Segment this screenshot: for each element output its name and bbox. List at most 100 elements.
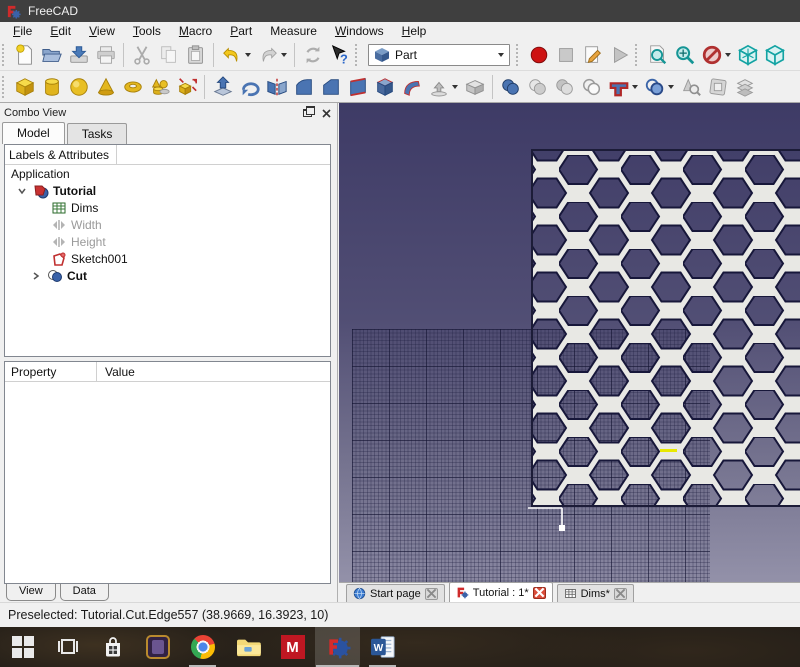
- cross-sections-button[interactable]: [731, 73, 758, 100]
- refresh-button[interactable]: [299, 42, 326, 69]
- expander-closed[interactable]: [29, 269, 43, 283]
- start-button[interactable]: [0, 627, 45, 667]
- offset-dropdown-arrow[interactable]: [452, 85, 458, 89]
- macro-play-button[interactable]: [606, 42, 633, 69]
- sweep-button[interactable]: [398, 73, 425, 100]
- part-sphere-button[interactable]: [65, 73, 92, 100]
- toolbar-drag-handle[interactable]: [635, 44, 642, 66]
- chamfer-button[interactable]: [317, 73, 344, 100]
- tab-start-page[interactable]: Start page: [346, 584, 445, 602]
- menu-measure[interactable]: Measure: [261, 22, 326, 40]
- honeycomb-plate[interactable]: [531, 149, 800, 507]
- undo-dropdown-arrow[interactable]: [245, 53, 251, 57]
- section-button[interactable]: [578, 73, 605, 100]
- paste-button[interactable]: [182, 42, 209, 69]
- float-panel-button[interactable]: [300, 106, 315, 120]
- tab-data[interactable]: Data: [60, 584, 109, 601]
- tab-tasks[interactable]: Tasks: [67, 123, 128, 144]
- preselected-edge-highlight[interactable]: [660, 449, 677, 452]
- menu-windows[interactable]: Windows: [326, 22, 393, 40]
- zoom-button[interactable]: [671, 42, 698, 69]
- expander-open[interactable]: [15, 184, 29, 198]
- check-geometry-button[interactable]: [677, 73, 704, 100]
- macro-stop-button[interactable]: [552, 42, 579, 69]
- print-button[interactable]: [92, 42, 119, 69]
- tab-model[interactable]: Model: [2, 122, 65, 144]
- tree-item-tutorial[interactable]: Tutorial: [5, 182, 330, 199]
- task-view-button[interactable]: [45, 627, 90, 667]
- part-primitives-button[interactable]: [146, 73, 173, 100]
- title-bar[interactable]: FreeCAD: [0, 0, 800, 22]
- view-front-button[interactable]: [761, 42, 788, 69]
- part-cylinder-button[interactable]: [38, 73, 65, 100]
- workbench-selector[interactable]: Part: [368, 44, 510, 66]
- tree-item-height[interactable]: Height: [5, 233, 330, 250]
- undo-button[interactable]: [218, 42, 245, 69]
- close-panel-button[interactable]: [319, 106, 334, 120]
- close-tab-button[interactable]: [425, 588, 438, 600]
- freecad-taskbar-button[interactable]: [315, 627, 360, 667]
- tree-item-sketch001[interactable]: Sketch001: [5, 250, 330, 267]
- draw-style-button[interactable]: [698, 42, 725, 69]
- toolbar-drag-handle[interactable]: [2, 44, 9, 66]
- fillet-button[interactable]: [290, 73, 317, 100]
- tree-item-cut[interactable]: Cut: [5, 267, 330, 284]
- whats-this-button[interactable]: ?: [326, 42, 353, 69]
- close-tab-button[interactable]: [533, 587, 546, 599]
- axonometric-view-button[interactable]: [734, 42, 761, 69]
- taskbar-app-button[interactable]: [135, 627, 180, 667]
- part-cone-button[interactable]: [92, 73, 119, 100]
- tab-dims[interactable]: Dims*: [557, 584, 634, 602]
- open-file-button[interactable]: [38, 42, 65, 69]
- word-button[interactable]: W: [360, 627, 405, 667]
- menu-part[interactable]: Part: [221, 22, 261, 40]
- toolbar-drag-handle[interactable]: [516, 44, 523, 66]
- toolbar-drag-handle[interactable]: [355, 44, 362, 66]
- tree-item-width[interactable]: Width: [5, 216, 330, 233]
- menu-tools[interactable]: Tools: [124, 22, 170, 40]
- macro-edit-button[interactable]: [579, 42, 606, 69]
- menu-edit[interactable]: Edit: [41, 22, 80, 40]
- defeaturing-button[interactable]: [704, 73, 731, 100]
- boolean-union-button[interactable]: [497, 73, 524, 100]
- menu-view[interactable]: View: [80, 22, 124, 40]
- join-features-button[interactable]: [605, 73, 632, 100]
- revolve-button[interactable]: [236, 73, 263, 100]
- ruled-surface-button[interactable]: [344, 73, 371, 100]
- thickness-button[interactable]: [461, 73, 488, 100]
- macro-record-button[interactable]: [525, 42, 552, 69]
- fit-all-button[interactable]: [644, 42, 671, 69]
- extrude-button[interactable]: [209, 73, 236, 100]
- shape-builder-button[interactable]: [173, 73, 200, 100]
- tab-tutorial[interactable]: Tutorial : 1*: [449, 582, 553, 602]
- tab-view[interactable]: View: [6, 584, 56, 601]
- m-app-button[interactable]: M: [270, 627, 315, 667]
- loft-button[interactable]: [371, 73, 398, 100]
- close-tab-button[interactable]: [614, 588, 627, 600]
- copy-button[interactable]: [155, 42, 182, 69]
- part-torus-button[interactable]: [119, 73, 146, 100]
- file-explorer-button[interactable]: [225, 627, 270, 667]
- split-dropdown-arrow[interactable]: [668, 85, 674, 89]
- cut-clipboard-button[interactable]: [128, 42, 155, 69]
- toolbar-drag-handle[interactable]: [2, 76, 9, 98]
- draw-style-dropdown-arrow[interactable]: [725, 53, 731, 57]
- 3d-viewport[interactable]: [339, 103, 800, 582]
- microsoft-store-button[interactable]: [90, 627, 135, 667]
- mirror-button[interactable]: [263, 73, 290, 100]
- chrome-button[interactable]: [180, 627, 225, 667]
- boolean-common-button[interactable]: [524, 73, 551, 100]
- tree-item-application[interactable]: Application: [5, 165, 330, 182]
- save-button[interactable]: [65, 42, 92, 69]
- new-file-button[interactable]: [11, 42, 38, 69]
- offset-button[interactable]: [425, 73, 452, 100]
- boolean-cut-button[interactable]: [551, 73, 578, 100]
- redo-dropdown-arrow[interactable]: [281, 53, 287, 57]
- menu-help[interactable]: Help: [393, 22, 436, 40]
- part-box-button[interactable]: [11, 73, 38, 100]
- tree-item-dims[interactable]: Dims: [5, 199, 330, 216]
- menu-macro[interactable]: Macro: [170, 22, 221, 40]
- menu-file[interactable]: File: [4, 22, 41, 40]
- join-dropdown-arrow[interactable]: [632, 85, 638, 89]
- redo-button[interactable]: [254, 42, 281, 69]
